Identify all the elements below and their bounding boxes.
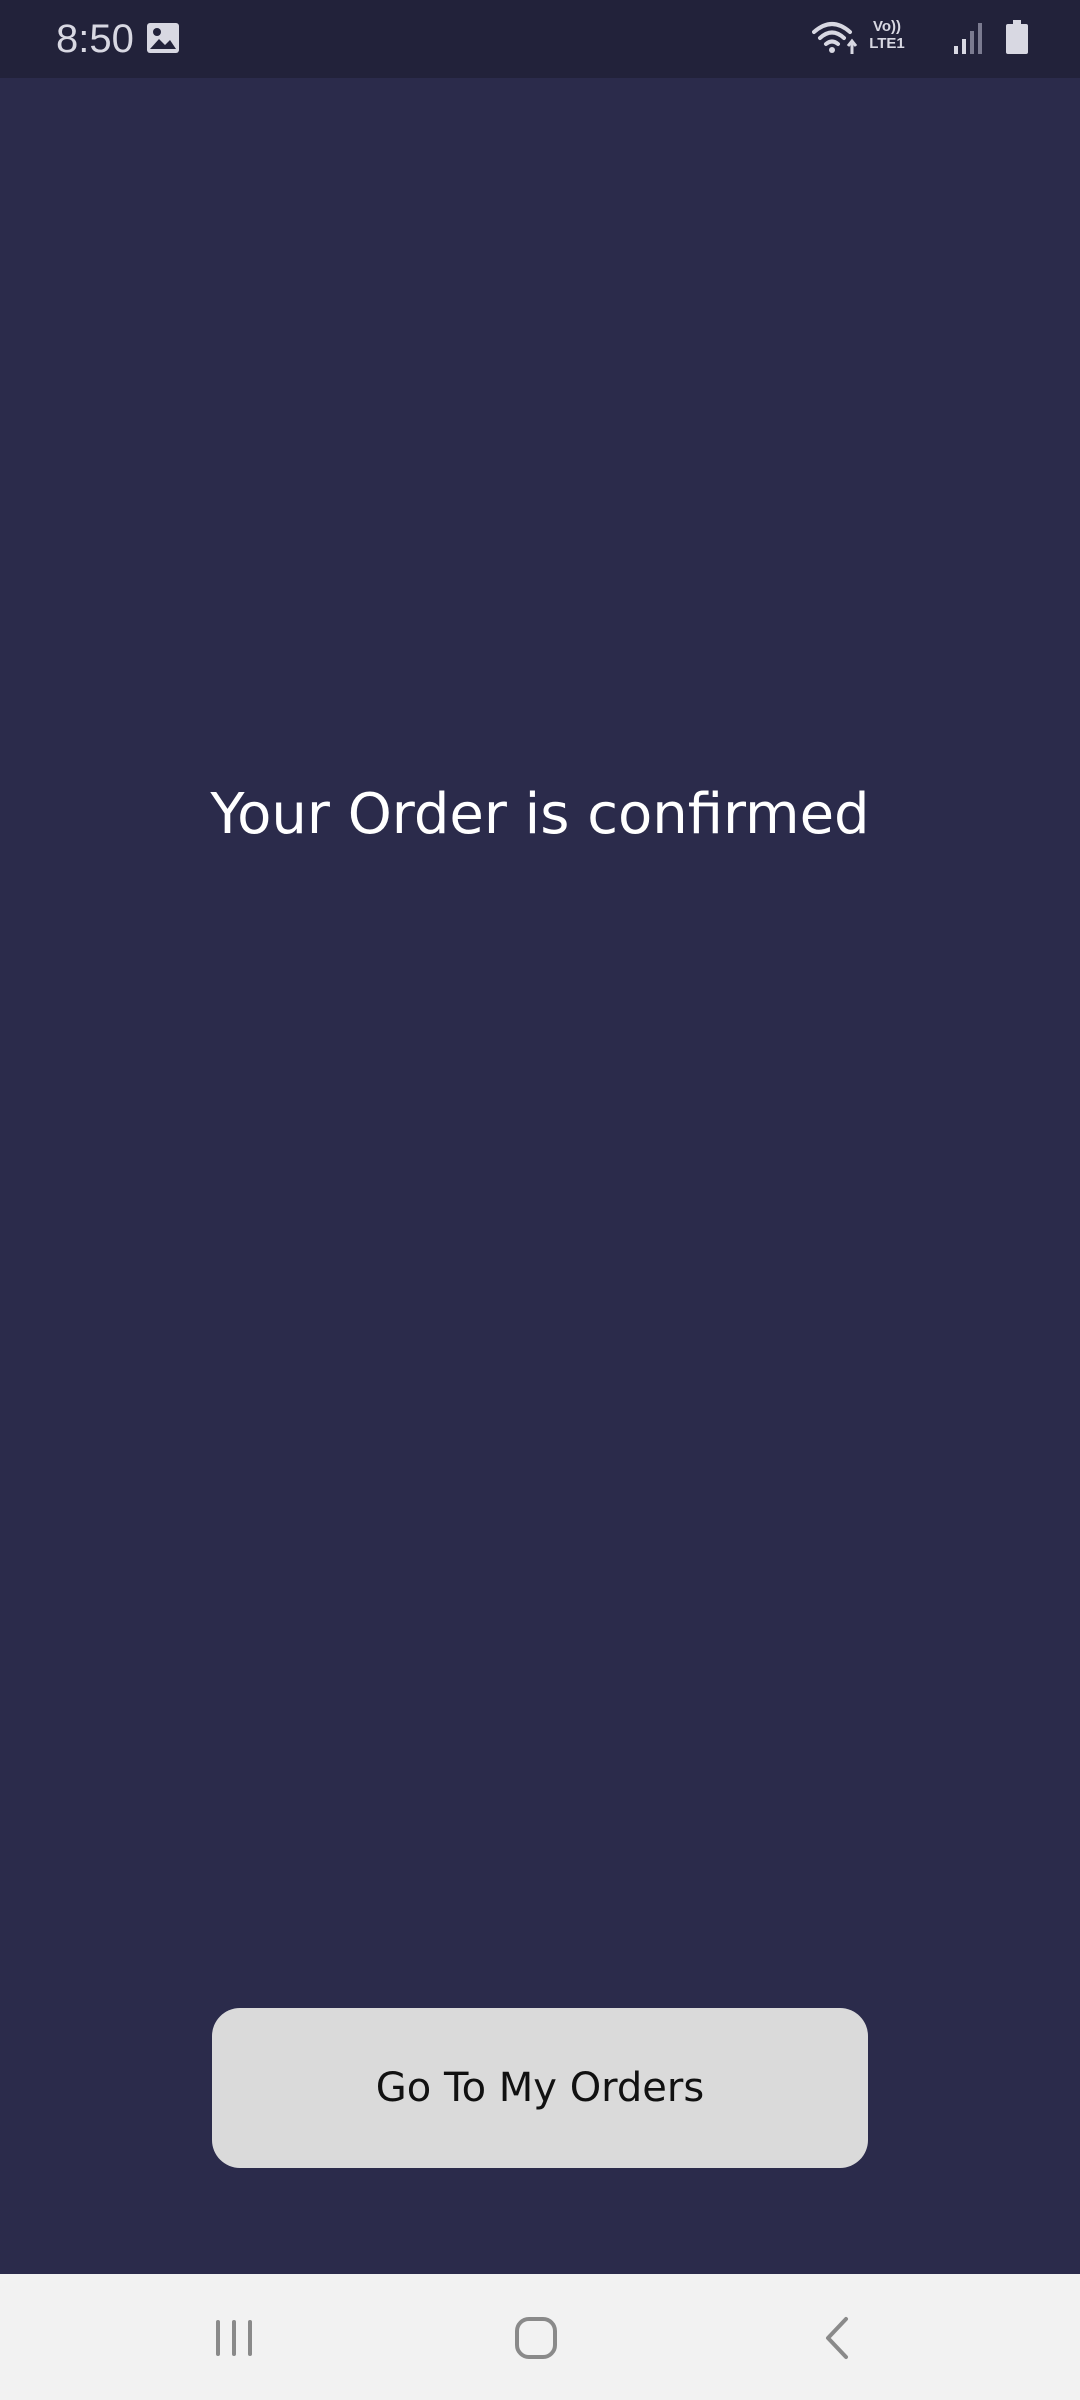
recent-apps-icon: [216, 2320, 252, 2356]
home-icon: [515, 2317, 557, 2359]
order-confirmation-screen: 8:50 Vo)) LTE1 Your Order is confirmed G…: [0, 0, 1080, 2400]
home-button[interactable]: [496, 2298, 576, 2378]
status-bar: 8:50 Vo)) LTE1: [0, 0, 1080, 78]
back-icon: [826, 2317, 848, 2359]
signal-icon: [952, 22, 986, 54]
volte-lte-icon: Vo)) LTE1: [864, 18, 910, 58]
navigation-bar: [0, 2274, 1080, 2400]
back-button[interactable]: [798, 2298, 878, 2378]
battery-icon: [1006, 20, 1028, 54]
lte-label: LTE1: [869, 35, 905, 52]
order-confirmed-title: Your Order is confirmed: [210, 782, 870, 847]
wifi-icon: [812, 20, 860, 56]
status-time: 8:50: [56, 17, 134, 61]
volte-label: Vo)): [872, 18, 902, 35]
recent-apps-button[interactable]: [194, 2298, 274, 2378]
go-to-my-orders-button[interactable]: Go To My Orders: [212, 2008, 868, 2168]
gallery-icon: [146, 22, 180, 54]
